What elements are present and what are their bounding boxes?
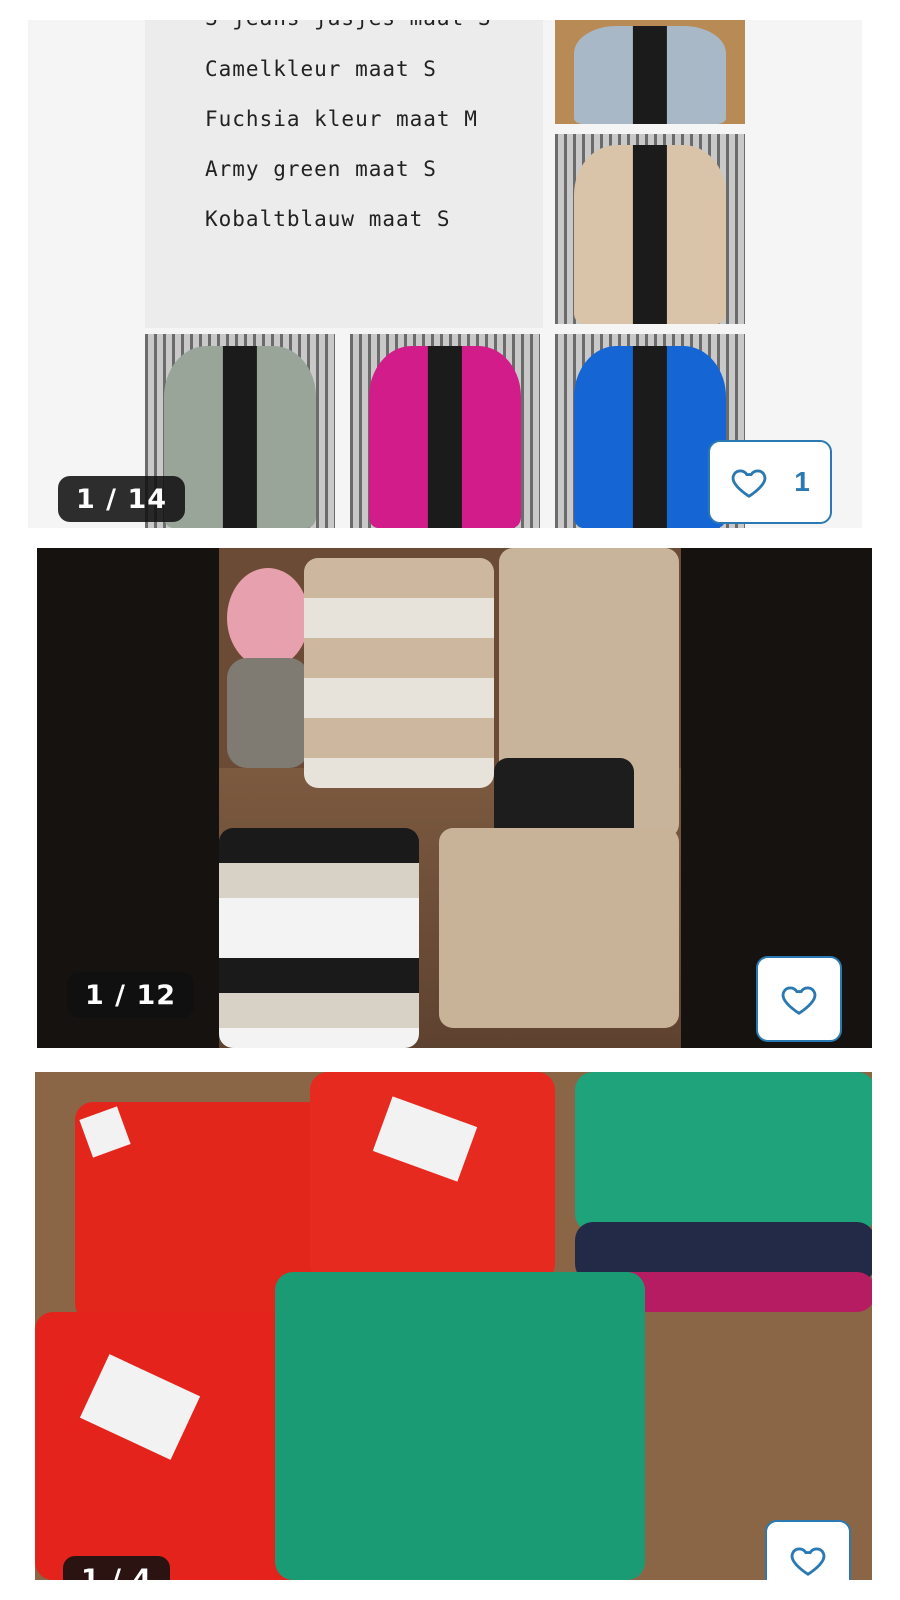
jacket-photo-jeans xyxy=(555,20,745,124)
heart-outline-icon xyxy=(781,986,817,1015)
jacket-line-4: Army green maat S xyxy=(205,157,437,181)
like-count: 1 xyxy=(794,466,810,497)
heart-outline-icon xyxy=(790,1547,826,1576)
jacket-line-2: Camelkleur maat S xyxy=(205,57,437,81)
image-counter: 1 / 12 xyxy=(67,972,195,1018)
knitwear-photo xyxy=(219,548,681,1048)
listing-image-2[interactable]: 1 / 12 xyxy=(37,548,872,1048)
like-button[interactable] xyxy=(765,1520,851,1580)
jacket-photo-fuchsia xyxy=(350,334,540,528)
listing-image-1[interactable]: S jeans jasjes maat S Camelkleur maat S … xyxy=(28,20,862,528)
product-text-panel: S jeans jasjes maat S Camelkleur maat S … xyxy=(145,20,543,328)
like-button[interactable] xyxy=(756,956,842,1042)
listing-image-3[interactable]: 1 / 4 xyxy=(35,1072,872,1580)
jacket-photo-camel xyxy=(555,134,745,324)
jacket-line-5: Kobaltblauw maat S xyxy=(205,207,451,231)
jacket-line-1: S jeans jasjes maat S xyxy=(205,20,492,30)
jacket-line-3: Fuchsia kleur maat M xyxy=(205,107,478,131)
pants-photo xyxy=(35,1072,872,1580)
image-counter: 1 / 14 xyxy=(58,476,186,522)
heart-outline-icon xyxy=(731,469,767,498)
image-counter: 1 / 4 xyxy=(63,1556,171,1580)
like-button[interactable]: 1 xyxy=(708,440,832,524)
